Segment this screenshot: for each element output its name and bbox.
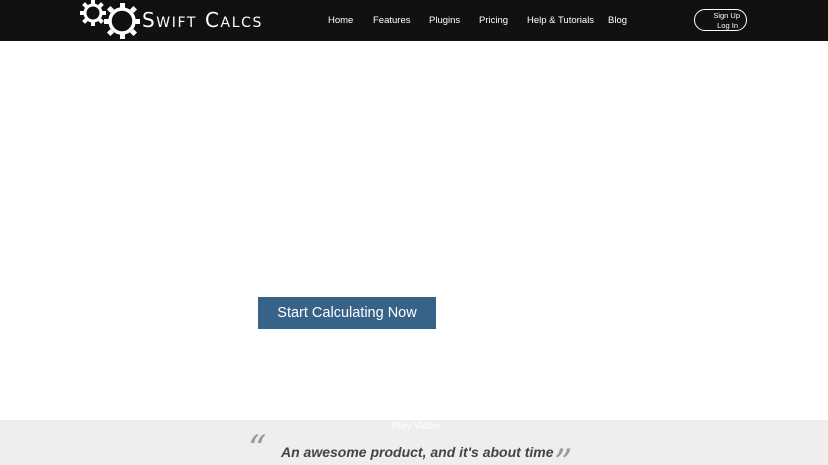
nav-plugins[interactable]: Plugins <box>429 15 460 26</box>
top-header: Swift Calcs Home Features Plugins Pricin… <box>0 0 828 41</box>
nav-features[interactable]: Features <box>373 15 411 26</box>
open-quote-mark: “ <box>248 429 267 465</box>
nav-help-tutorials[interactable]: Help & Tutorials <box>527 15 594 26</box>
testimonial-quote: An awesome product, and it's about time <box>281 444 554 460</box>
play-video-link[interactable]: Play Video <box>392 421 440 432</box>
page: Swift Calcs Home Features Plugins Pricin… <box>0 0 828 465</box>
nav-blog[interactable]: Blog <box>608 15 627 26</box>
signup-link[interactable]: Sign Up <box>695 11 740 21</box>
login-link[interactable]: Log In <box>695 21 740 31</box>
start-calculating-button[interactable]: Start Calculating Now <box>258 297 436 329</box>
nav-pricing[interactable]: Pricing <box>479 15 508 26</box>
nav-home[interactable]: Home <box>328 15 353 26</box>
close-quote-mark: ” <box>554 443 573 465</box>
auth-button[interactable]: Sign Up Log In <box>694 9 747 31</box>
